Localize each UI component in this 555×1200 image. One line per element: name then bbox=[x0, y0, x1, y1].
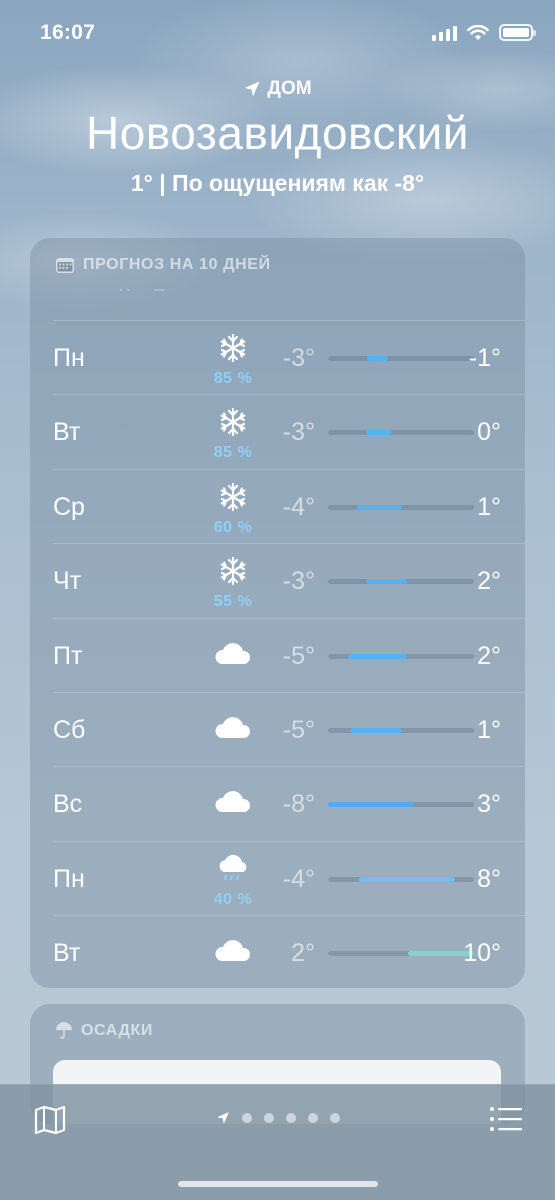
page-indicator[interactable] bbox=[0, 1111, 555, 1125]
temp-range-bar bbox=[328, 504, 474, 510]
temp-range-fill bbox=[348, 653, 407, 659]
low-temp: -3° bbox=[282, 418, 315, 447]
ten-day-forecast-card[interactable]: ПРОГНОЗ НА 10 ДНЕЙ Пн 85 % -3° -1° Вт 85 % -3°… bbox=[30, 238, 525, 988]
low-temp: -3° bbox=[282, 344, 315, 372]
wifi-icon bbox=[467, 24, 489, 40]
status-time: 16:07 bbox=[40, 21, 96, 44]
umbrella-icon bbox=[56, 1022, 72, 1039]
home-indicator bbox=[178, 1181, 378, 1187]
low-temp: -4° bbox=[282, 864, 315, 893]
low-temp: -4° bbox=[282, 492, 315, 521]
temp-range-bar bbox=[328, 876, 474, 882]
location-label: ДОМ bbox=[267, 78, 312, 99]
forecast-row[interactable]: Сб -5° 1° bbox=[53, 691, 525, 767]
page-dot[interactable] bbox=[307, 1113, 318, 1123]
forecast-day-label: Чт bbox=[53, 567, 82, 596]
forecast-day-label: Пт bbox=[53, 641, 83, 670]
temp-range-bar bbox=[328, 356, 474, 361]
low-temp: -8° bbox=[282, 790, 315, 819]
high-temp: 10° bbox=[463, 939, 501, 968]
temp-range-fill bbox=[358, 876, 456, 882]
forecast-row[interactable]: Вт 85 % -3° 0° bbox=[53, 394, 525, 468]
snowflake-icon: 85 % bbox=[203, 333, 263, 387]
temp-range-fill bbox=[328, 802, 415, 808]
cloud-icon bbox=[203, 916, 263, 988]
low-temp: -5° bbox=[282, 715, 315, 744]
precipitation-card-header: ОСАДКИ bbox=[30, 1004, 525, 1040]
forecast-card-title: ПРОГНОЗ НА 10 ДНЕЙ bbox=[83, 256, 271, 273]
forecast-row[interactable]: Вт 2° 10° bbox=[53, 915, 525, 988]
forecast-row[interactable]: Вс -8° 3° bbox=[53, 766, 525, 840]
location-header: ДОМ Новозавидовский 1° | По ощущениям ка… bbox=[0, 78, 555, 197]
forecast-row[interactable]: Чт 55 % -3° 2° bbox=[53, 543, 525, 617]
precipitation-card-title: ОСАДКИ bbox=[81, 1022, 154, 1039]
cellular-signal-icon bbox=[432, 25, 457, 41]
page-dot[interactable] bbox=[263, 1113, 274, 1123]
precipitation-chance: 85 % bbox=[213, 444, 253, 462]
temp-range-fill bbox=[367, 356, 388, 361]
temp-range-bar bbox=[328, 951, 474, 957]
city-list-icon[interactable] bbox=[489, 1105, 523, 1133]
precipitation-chance: 85 % bbox=[213, 370, 253, 387]
forecast-day-label: Сб bbox=[53, 715, 86, 744]
snowflake-icon: 60 % bbox=[203, 482, 263, 536]
low-temp: -3° bbox=[282, 567, 315, 596]
temp-range-fill bbox=[365, 579, 407, 585]
temp-range-fill bbox=[349, 727, 403, 733]
forecast-row[interactable]: Пт -5° 2° bbox=[53, 617, 525, 693]
cloud-icon bbox=[203, 693, 263, 767]
page-dot[interactable] bbox=[329, 1113, 340, 1123]
temp-range-fill bbox=[365, 430, 393, 436]
temp-range-bar bbox=[328, 430, 474, 436]
status-bar: 16:07 bbox=[0, 0, 555, 64]
forecast-day-label: Пн bbox=[53, 864, 85, 893]
temp-range-bar bbox=[328, 727, 474, 733]
temp-range-bar bbox=[328, 579, 474, 585]
forecast-day-label: Пн bbox=[53, 344, 85, 372]
cloud-icon bbox=[203, 619, 263, 693]
forecast-day-label: Вт bbox=[53, 418, 81, 447]
high-temp: 0° bbox=[477, 418, 501, 447]
forecast-day-label: Ср bbox=[53, 492, 85, 521]
forecast-row[interactable]: Пн 40 % -4° 8° bbox=[53, 840, 525, 915]
current-location-page-icon[interactable] bbox=[216, 1111, 230, 1125]
high-temp: 1° bbox=[477, 492, 501, 521]
calendar-icon bbox=[56, 258, 74, 273]
cloud-icon bbox=[203, 767, 263, 841]
current-temp-feels-like: 1° | По ощущениям как -8° bbox=[130, 170, 425, 196]
high-temp: 3° bbox=[477, 790, 501, 819]
forecast-row[interactable]: Ср 60 % -4° 1° bbox=[53, 468, 525, 543]
temp-range-bar bbox=[328, 802, 474, 808]
precipitation-chance: 40 % bbox=[213, 890, 253, 908]
battery-icon bbox=[499, 24, 536, 41]
high-temp: 2° bbox=[477, 567, 501, 596]
forecast-day-label: Вт bbox=[53, 939, 81, 968]
forecast-row[interactable]: Пн 85 % -3° -1° bbox=[53, 320, 525, 394]
cloud-rain-icon: 40 % bbox=[203, 854, 263, 908]
location-arrow-icon bbox=[244, 81, 260, 97]
snowflake-icon: 55 % bbox=[203, 556, 263, 611]
snowflake-icon: 85 % bbox=[203, 407, 263, 462]
page-dot[interactable] bbox=[285, 1113, 296, 1123]
temp-range-bar bbox=[328, 653, 474, 659]
low-temp: 2° bbox=[291, 939, 315, 968]
status-icons bbox=[432, 24, 536, 41]
temp-range-fill bbox=[357, 504, 403, 510]
forecast-rows: Пн 85 % -3° -1° Вт 85 % -3° 0° Ср 60 % -4° 1° Чт 55 %… bbox=[30, 320, 525, 988]
page-dot[interactable] bbox=[241, 1113, 252, 1123]
low-temp: -5° bbox=[282, 641, 315, 670]
city-name: Новозавидовский bbox=[86, 107, 469, 159]
forecast-day-label: Вс bbox=[53, 790, 83, 819]
precipitation-chance: 60 % bbox=[213, 518, 253, 536]
forecast-card-header: ПРОГНОЗ НА 10 ДНЕЙ bbox=[30, 238, 525, 274]
high-temp: -1° bbox=[468, 344, 501, 372]
high-temp: 1° bbox=[477, 715, 501, 744]
high-temp: 8° bbox=[477, 864, 501, 893]
high-temp: 2° bbox=[477, 641, 501, 670]
location-label-row: ДОМ bbox=[0, 78, 555, 100]
precipitation-chance: 55 % bbox=[213, 593, 253, 611]
